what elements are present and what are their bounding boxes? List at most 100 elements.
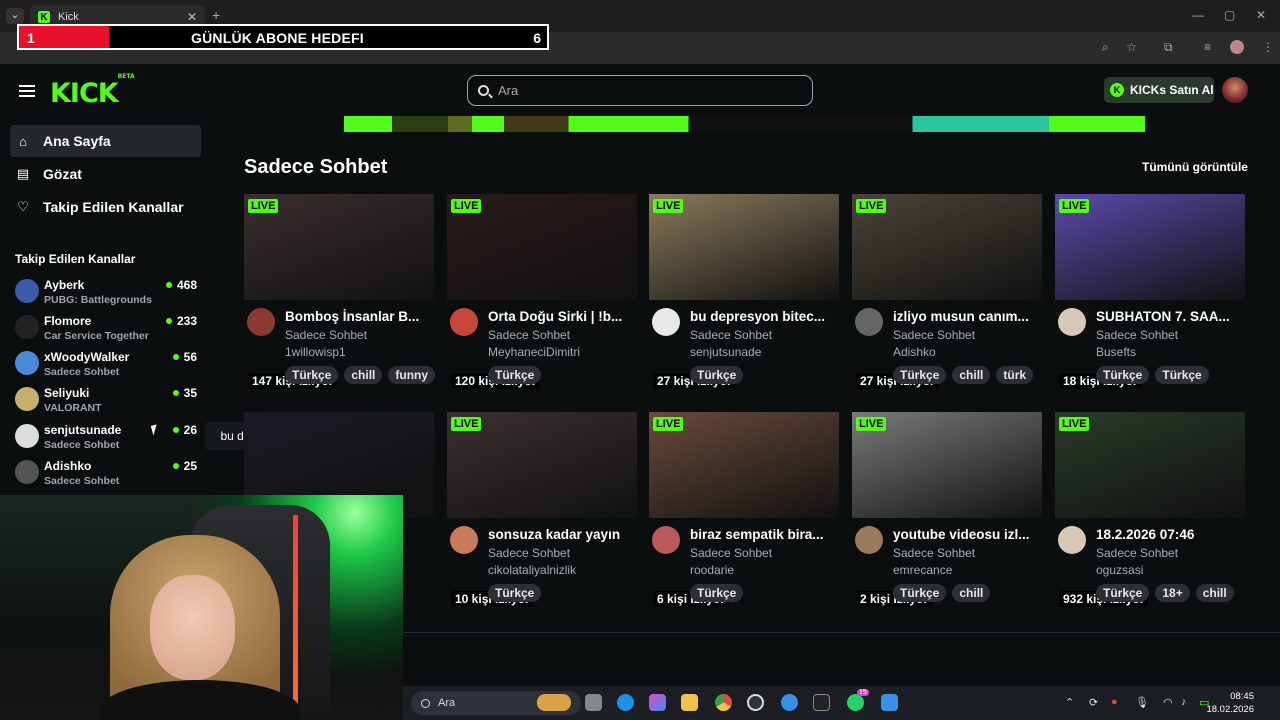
search-input[interactable]: Ara (467, 75, 813, 106)
featured-banner[interactable] (344, 116, 1145, 132)
streamer-avatar[interactable] (450, 526, 478, 554)
streamer-avatar[interactable] (1058, 526, 1086, 554)
stream-title[interactable]: SUBHATON 7. SAA... (1096, 309, 1246, 324)
stream-card[interactable]: LIVE27 kişi izliyorizliyo musun canım...… (852, 194, 1042, 394)
photos-icon[interactable] (881, 694, 898, 711)
stream-tag[interactable]: Türkçe (285, 366, 339, 384)
see-all-link[interactable]: Tümünü görüntüle (1142, 160, 1248, 174)
stream-category[interactable]: Sadece Sohbet (893, 328, 975, 342)
stream-card[interactable]: LIVE147 kişi izliyorBomboş İnsanlar B...… (244, 194, 436, 394)
nav-browse[interactable]: ▤ Gözat (10, 158, 201, 190)
followed-channel-item[interactable]: Ayberk PUBG: Battlegrounds 468 (15, 276, 205, 308)
copilot-icon[interactable] (649, 694, 666, 711)
stream-tag[interactable]: Türkçe (690, 366, 744, 384)
stream-card[interactable]: LIVE120 kişi izliyorOrta Doğu Sirki | !b… (447, 194, 637, 394)
stream-card[interactable]: LIVE 2 kişi izliyor youtube videosu izl...… (852, 412, 1042, 612)
media-icon[interactable]: ≡ (1204, 40, 1211, 54)
stream-tag[interactable]: Türkçe (1096, 366, 1150, 384)
stream-tag[interactable]: chill (1195, 584, 1234, 602)
streamer-username[interactable]: 1willowisp1 (285, 345, 346, 359)
streamer-username[interactable]: Adishko (893, 345, 936, 359)
zoom-icon[interactable]: ⌕ (1102, 40, 1109, 55)
stream-tag[interactable]: türk (996, 366, 1034, 384)
streamer-avatar[interactable] (652, 526, 680, 554)
hamburger-menu-icon[interactable] (19, 85, 35, 97)
file-explorer-icon[interactable] (681, 694, 698, 711)
tray-record-icon[interactable]: ● (1111, 696, 1118, 708)
followed-channel-item[interactable]: senjutsunade Sadece Sohbet 26 (15, 421, 205, 453)
stream-tag[interactable]: Türkçe (893, 584, 947, 602)
stream-tag[interactable]: Türkçe (690, 584, 744, 602)
stream-category[interactable]: Sadece Sohbet (893, 546, 975, 560)
taskbar-clock[interactable]: 08:45 18.02.2026 (1206, 690, 1254, 716)
stream-category[interactable]: Sadece Sohbet (690, 546, 772, 560)
tray-mic-icon[interactable]: 🎙 (1135, 696, 1149, 709)
tray-chevron-icon[interactable]: ⌃ (1065, 696, 1074, 709)
stream-card[interactable]: LIVE18 kişi izliyorSUBHATON 7. SAA...Sad… (1055, 194, 1245, 394)
stream-title[interactable]: Bomboş İnsanlar B... (285, 309, 435, 324)
stream-tag[interactable]: chill (952, 584, 991, 602)
whatsapp-icon[interactable] (847, 694, 864, 711)
bookmark-star-icon[interactable]: ☆ (1126, 40, 1137, 54)
stream-title[interactable]: izliyo musun canım... (893, 309, 1043, 324)
streamer-avatar[interactable] (247, 308, 275, 336)
stream-title[interactable]: sonsuza kadar yayın (488, 527, 638, 542)
stream-title[interactable]: 18.2.2026 07:46 (1096, 527, 1246, 542)
streamer-avatar[interactable] (652, 308, 680, 336)
stream-tag[interactable]: 18+ (1155, 584, 1190, 602)
followed-channel-item[interactable]: xWoodyWalker Sadece Sohbet 56 (15, 348, 205, 380)
user-avatar[interactable] (1222, 77, 1248, 103)
tab-close-icon[interactable]: ✕ (187, 10, 197, 24)
stream-category[interactable]: Sadece Sohbet (1096, 328, 1178, 342)
stream-tag[interactable]: funny (388, 366, 436, 384)
wifi-icon[interactable]: ◠ (1163, 696, 1173, 709)
stream-category[interactable]: Sadece Sohbet (285, 328, 367, 342)
stream-tag[interactable]: Türkçe (488, 366, 542, 384)
streamer-avatar[interactable] (855, 308, 883, 336)
followed-channel-item[interactable]: Flomore Car Service Together 233 (15, 312, 205, 344)
app-icon[interactable] (781, 694, 798, 711)
stream-category[interactable]: Sadece Sohbet (488, 546, 570, 560)
minimize-icon[interactable]: — (1192, 8, 1204, 22)
streamer-avatar[interactable] (855, 526, 883, 554)
chrome-icon[interactable] (715, 694, 732, 711)
streamer-username[interactable]: cikolataliyalnizlik (488, 563, 576, 577)
followed-channel-item[interactable]: Seliyuki VALORANT 35 (15, 384, 205, 416)
stream-tag[interactable]: Türkçe (1096, 584, 1150, 602)
window-close-icon[interactable]: ✕ (1256, 8, 1266, 22)
stream-tag[interactable]: chill (344, 366, 383, 384)
streamer-username[interactable]: Busefts (1096, 345, 1136, 359)
nav-following[interactable]: ♡ Takip Edilen Kanallar (10, 191, 201, 223)
nav-home[interactable]: ⌂ Ana Sayfa (10, 125, 201, 157)
weather-icon[interactable] (537, 694, 571, 711)
stream-title[interactable]: bu depresyon bitec... (690, 309, 840, 324)
maximize-icon[interactable]: ▢ (1224, 8, 1235, 22)
stream-tag[interactable]: Türkçe (893, 366, 947, 384)
buy-kicks-button[interactable]: K KICKs Satın Al (1104, 77, 1214, 103)
stream-category[interactable]: Sadece Sohbet (690, 328, 772, 342)
extensions-icon[interactable]: ⧉ (1164, 40, 1173, 55)
streamer-avatar[interactable] (1058, 308, 1086, 336)
stream-tag[interactable]: chill (952, 366, 991, 384)
kick-logo[interactable]: KICKBETA (50, 73, 135, 109)
terminal-icon[interactable] (813, 694, 830, 711)
stream-card[interactable]: LIVE932 kişi izliyor18.2.2026 07:46Sadec… (1055, 412, 1245, 612)
streamer-avatar[interactable] (450, 308, 478, 336)
streamer-username[interactable]: roodarie (690, 563, 734, 577)
stream-tag[interactable]: Türkçe (488, 584, 542, 602)
edge-icon[interactable] (617, 694, 634, 711)
followed-channel-item[interactable]: Adishko Sadece Sohbet 25 (15, 457, 205, 489)
obs-icon[interactable] (747, 694, 764, 711)
stream-card[interactable]: LIVE27 kişi izliyorbu depresyon bitec...… (649, 194, 839, 394)
new-tab-icon[interactable]: + (212, 7, 220, 23)
task-view-icon[interactable] (585, 694, 602, 711)
volume-icon[interactable]: ♪ (1181, 696, 1187, 708)
browser-menu-icon[interactable]: ⋮ (1262, 40, 1274, 54)
stream-title[interactable]: youtube videosu izl... (893, 527, 1043, 542)
tray-app-icon[interactable]: ⟳ (1089, 696, 1098, 709)
streamer-username[interactable]: oguzsasi (1096, 563, 1143, 577)
stream-tag[interactable]: Türkçe (1155, 366, 1209, 384)
stream-title[interactable]: biraz sempatik bira... (690, 527, 840, 542)
stream-category[interactable]: Sadece Sohbet (1096, 546, 1178, 560)
streamer-username[interactable]: senjutsunade (690, 345, 761, 359)
